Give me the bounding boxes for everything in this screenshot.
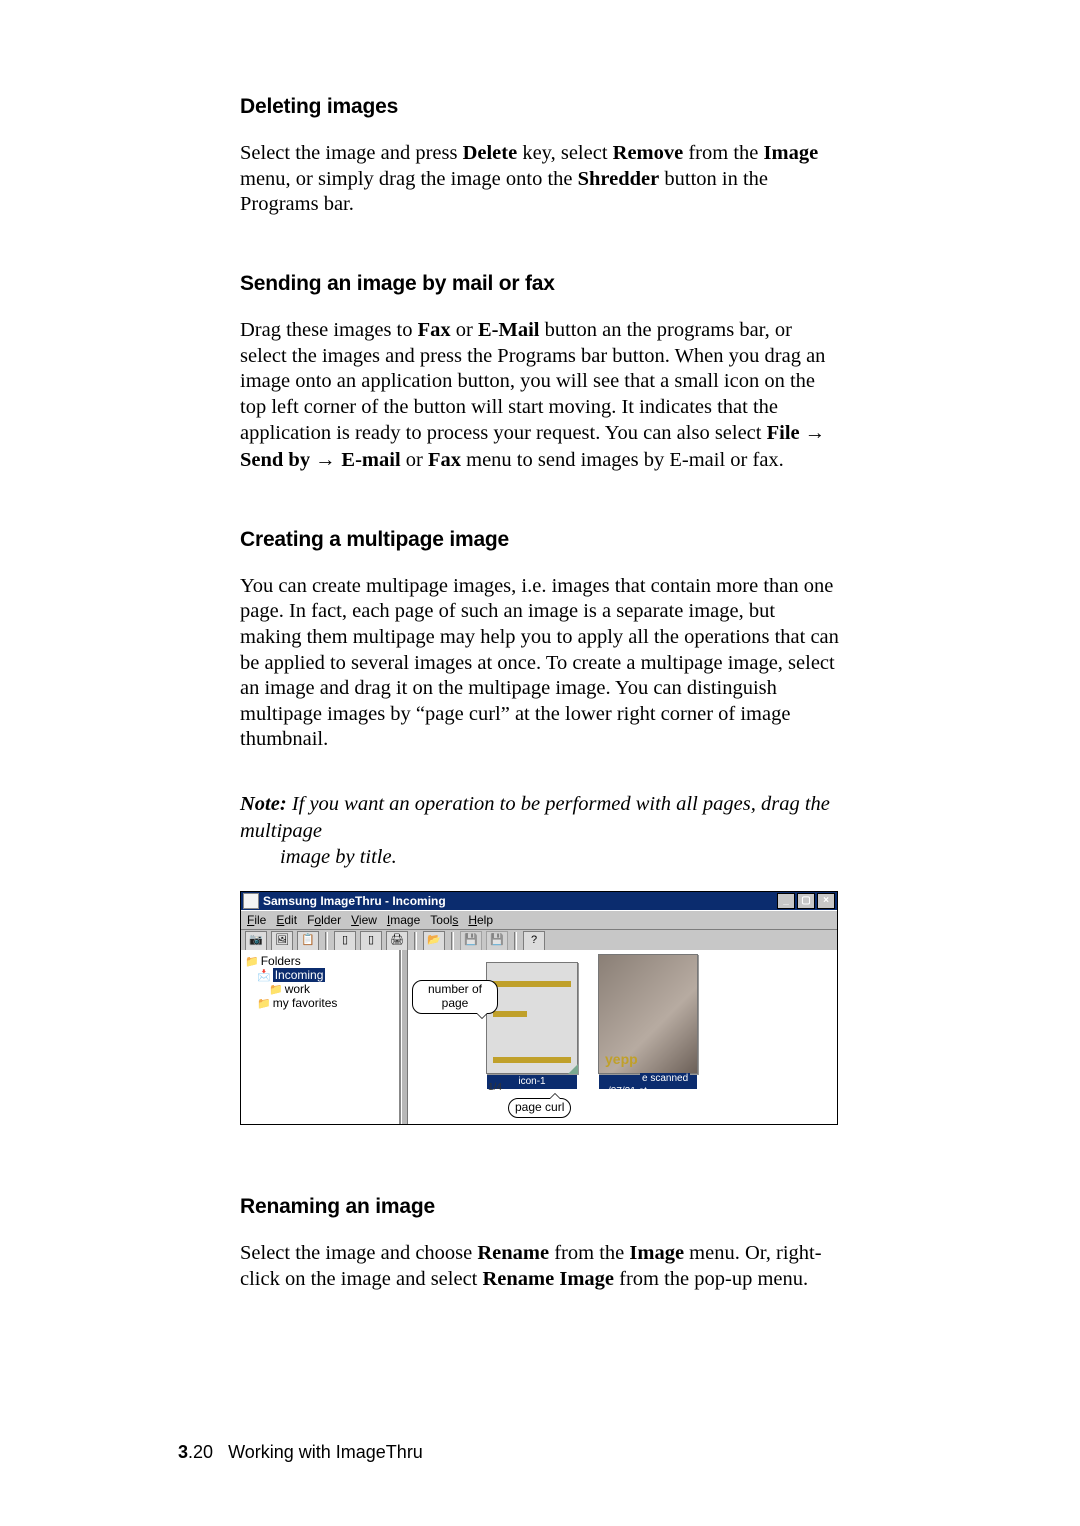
para-renaming: Select the image and choose Rename from … — [240, 1241, 840, 1292]
note-text-1: If you want an operation to be performed… — [240, 793, 830, 842]
heading-sending: Sending an image by mail or fax — [240, 272, 840, 296]
kw-image: Image — [629, 1242, 684, 1264]
kw-shredder: Shredder — [578, 168, 660, 190]
note-label: Note: — [240, 793, 292, 815]
text: Select the image and press — [240, 142, 463, 164]
thumbnail-2-date: /07/21 ot... — [608, 1086, 655, 1097]
splitter[interactable] — [401, 950, 408, 1124]
tool-help-icon[interactable]: ? — [523, 931, 545, 951]
tool-save-icon[interactable]: 💾 — [460, 931, 482, 951]
window-title: Samsung ImageThru - Incoming — [263, 894, 446, 908]
thumbnail-2-watermark: yepp — [605, 1051, 691, 1067]
page-number: 20 — [193, 1442, 213, 1462]
text: Select the image and choose — [240, 1242, 477, 1264]
kw-fax: Fax — [418, 319, 451, 341]
tree-work[interactable]: work — [269, 982, 395, 996]
tool-save2-icon[interactable]: 💾 — [486, 931, 508, 951]
toolbar-divider — [414, 932, 417, 950]
kw-email2: E-mail — [341, 449, 400, 471]
minimize-button[interactable]: _ — [777, 893, 795, 909]
menubar[interactable]: File Edit Folder View Image Tools Help — [241, 910, 837, 930]
folder-tree[interactable]: Folders Incoming work my favorites — [241, 950, 401, 1124]
arrow-icon: → — [805, 421, 826, 444]
thumbnail-2[interactable]: yepp — [598, 954, 698, 1074]
kw-rename: Rename — [477, 1242, 549, 1264]
thumbnail-2-flag: e scanned — [640, 1073, 690, 1084]
toolbar-divider — [451, 932, 454, 950]
text: or — [456, 319, 478, 341]
thumbnail-1[interactable]: icon-1 — [486, 962, 578, 1074]
menu-help[interactable]: Help — [468, 913, 493, 927]
tool-copy-icon[interactable]: 📋 — [297, 931, 319, 951]
heading-renaming: Renaming an image — [240, 1195, 840, 1219]
kw-delete: Delete — [463, 142, 518, 164]
tree-my-favorites[interactable]: my favorites — [257, 996, 395, 1010]
text: key, select — [522, 142, 612, 164]
tool-newdoc-icon[interactable]: ▯ — [334, 931, 356, 951]
kw-fax2: Fax — [428, 449, 461, 471]
kw-email: E-Mail — [478, 319, 540, 341]
menu-file[interactable]: File — [247, 913, 266, 927]
menu-image[interactable]: Image — [387, 913, 420, 927]
heading-deleting-images: Deleting images — [240, 95, 840, 119]
page-chapter: 3 — [178, 1442, 188, 1462]
text: or — [406, 449, 428, 471]
footer-title: Working with ImageThru — [228, 1442, 423, 1462]
menu-folder[interactable]: Folder — [307, 913, 341, 927]
para-deleting: Select the image and press Delete key, s… — [240, 141, 840, 218]
text: from the — [688, 142, 763, 164]
menu-tools[interactable]: Tools — [430, 913, 458, 927]
titlebar[interactable]: Samsung ImageThru - Incoming _ ▢ × — [241, 892, 837, 910]
tool-print-icon[interactable]: 🖨 — [386, 931, 408, 951]
menu-edit[interactable]: Edit — [276, 913, 297, 927]
para-sending: Drag these images to Fax or E-Mail butto… — [240, 318, 840, 474]
kw-rename-image: Rename Image — [483, 1268, 615, 1290]
page-curl-icon — [568, 1064, 578, 1074]
text: menu, or simply drag the image onto the — [240, 168, 578, 190]
arrow-icon: → — [315, 448, 341, 471]
callout-page-curl: page curl — [508, 1098, 571, 1118]
kw-remove: Remove — [613, 142, 684, 164]
text: menu to send images by E-mail or fax. — [466, 449, 784, 471]
tool-image-icon[interactable]: 🖼 — [271, 931, 293, 951]
toolbar-divider — [325, 932, 328, 950]
tool-scan-icon[interactable]: 📷 — [245, 931, 267, 951]
maximize-button[interactable]: ▢ — [797, 893, 815, 909]
text: from the — [554, 1242, 629, 1264]
callout-number-of-page: number of page — [412, 980, 498, 1014]
app-icon — [243, 893, 259, 909]
kw-file: File — [767, 422, 800, 444]
text: Drag these images to — [240, 319, 418, 341]
tree-root[interactable]: Folders — [245, 954, 395, 968]
note-text-2: image by title. — [280, 846, 397, 868]
close-button[interactable]: × — [817, 893, 835, 909]
note-multipage: Note: If you want an operation to be per… — [240, 791, 840, 871]
tool-open-icon[interactable]: 📂 — [423, 931, 445, 951]
page-count-label: 1/4 — [488, 1082, 502, 1093]
heading-multipage: Creating a multipage image — [240, 528, 840, 552]
menu-view[interactable]: View — [351, 913, 377, 927]
para-multipage: You can create multipage images, i.e. im… — [240, 574, 840, 753]
screenshot-app-window: Samsung ImageThru - Incoming _ ▢ × File … — [240, 891, 838, 1125]
tool-newdoc2-icon[interactable]: ▯ — [360, 931, 382, 951]
tree-incoming[interactable]: Incoming — [257, 968, 395, 982]
kw-image: Image — [764, 142, 819, 164]
text: from the pop-up menu. — [619, 1268, 808, 1290]
footer: 3.20 Working with ImageThru — [178, 1442, 423, 1463]
kw-sendby: Send by — [240, 449, 310, 471]
thumbnail-pane[interactable]: icon-1 1/4 yepp number of page — [408, 950, 837, 1124]
toolbar-divider — [514, 932, 517, 950]
